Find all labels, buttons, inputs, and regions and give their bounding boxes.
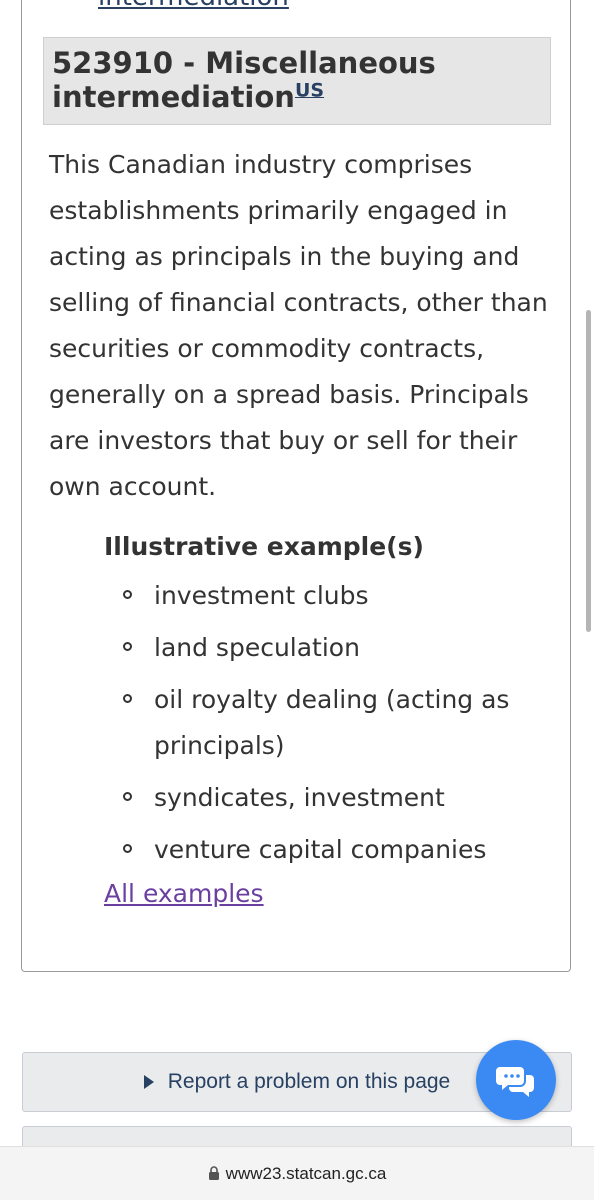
example-text: venture capital companies — [154, 835, 487, 864]
chat-bubbles-icon — [496, 1067, 534, 1097]
example-text: oil royalty dealing (acting as principal… — [154, 685, 510, 760]
circle-bullet-icon — [123, 792, 132, 801]
list-item: syndicates, investment — [104, 775, 554, 821]
industry-title-text: 523910 - Miscellaneous intermediation — [52, 46, 436, 114]
scrollbar[interactable] — [586, 310, 591, 632]
url-text: www23.statcan.gc.ca — [225, 1163, 387, 1183]
industry-title: 523910 - Miscellaneous intermediationUS — [52, 46, 542, 114]
all-examples-link[interactable]: All examples — [104, 876, 264, 912]
circle-bullet-icon — [123, 590, 132, 599]
list-item: oil royalty dealing (acting as principal… — [104, 677, 554, 769]
example-text: syndicates, investment — [154, 783, 445, 812]
browser-url-bar[interactable]: www23.statcan.gc.ca — [0, 1146, 594, 1200]
circle-bullet-icon — [123, 844, 132, 853]
list-item: land speculation — [104, 625, 554, 671]
examples-list: investment clubs land speculation oil ro… — [104, 573, 554, 879]
example-text: investment clubs — [154, 581, 369, 610]
chat-button[interactable] — [476, 1040, 556, 1120]
us-reference-link[interactable]: US — [295, 79, 324, 101]
list-item: investment clubs — [104, 573, 554, 619]
circle-bullet-icon — [123, 694, 132, 703]
panel-heading: 523910 - Miscellaneous intermediationUS — [43, 37, 551, 125]
circle-bullet-icon — [123, 642, 132, 651]
report-problem-label: Report a problem on this page — [167, 1070, 451, 1093]
list-item: venture capital companies — [104, 827, 554, 873]
example-text: land speculation — [154, 633, 360, 662]
examples-heading: Illustrative example(s) — [104, 532, 424, 561]
lock-icon — [208, 1166, 219, 1180]
disclosure-triangle-icon — [143, 1075, 154, 1089]
page: intermediation 523910 - Miscellaneous in… — [0, 0, 594, 1200]
industry-description: This Canadian industry comprises establi… — [49, 150, 548, 501]
